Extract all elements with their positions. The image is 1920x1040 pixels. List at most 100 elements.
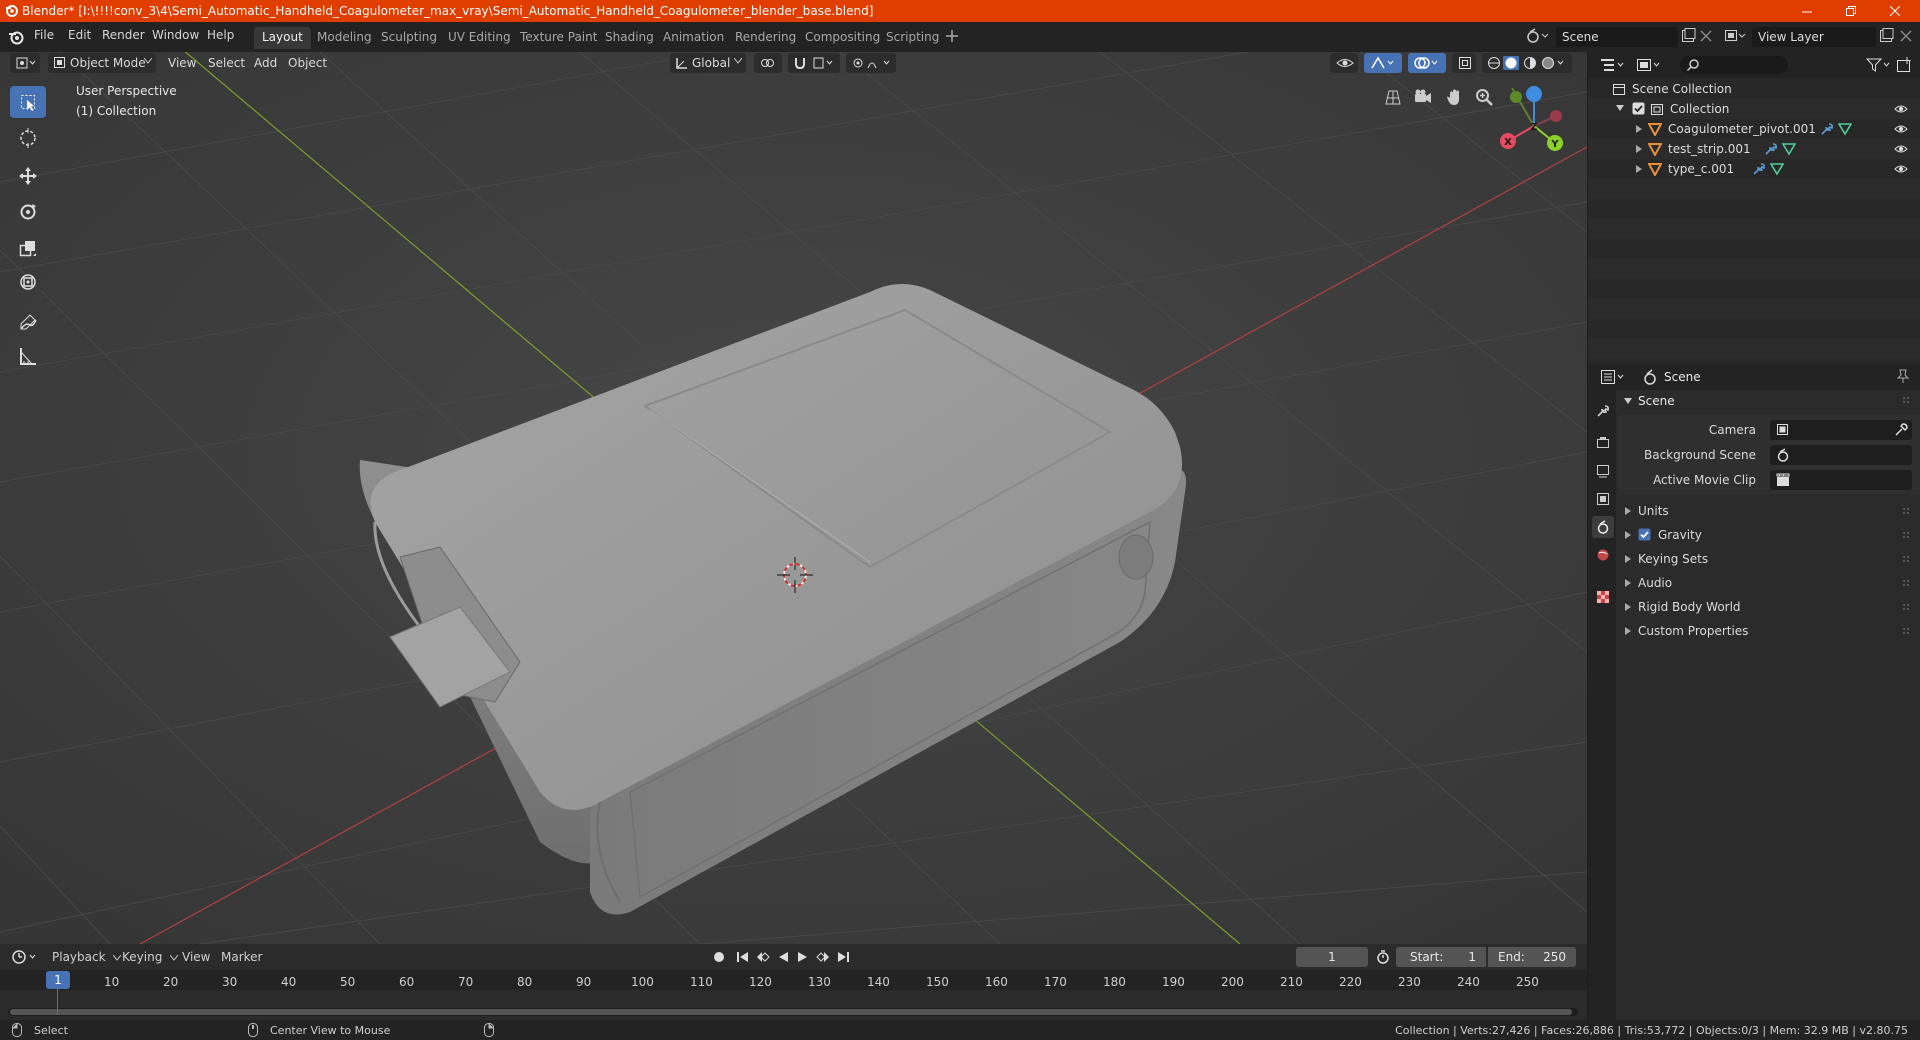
view-layer-field[interactable]: View Layer — [1752, 27, 1876, 47]
tab-view-layer[interactable] — [1592, 488, 1614, 510]
annotate-tool[interactable] — [10, 306, 46, 338]
tab-texture[interactable] — [1592, 586, 1614, 608]
expand-arrow-icon[interactable] — [1636, 145, 1642, 153]
tab-output[interactable] — [1592, 460, 1614, 482]
menu-select[interactable]: Select — [208, 56, 245, 70]
tab-rendering[interactable]: Rendering — [727, 27, 804, 49]
keying-menu[interactable]: Keying — [122, 950, 179, 964]
marker-menu[interactable]: Marker — [221, 950, 262, 964]
drag-handle-icon[interactable] — [1902, 531, 1912, 539]
eyedropper-icon[interactable] — [1894, 423, 1908, 437]
measure-tool[interactable] — [10, 340, 46, 372]
outliner-editor-icon[interactable] — [1600, 57, 1626, 73]
overlay-toggle-icon[interactable] — [1408, 53, 1446, 73]
camera-view-icon[interactable] — [1410, 84, 1436, 110]
restore-button[interactable] — [1828, 0, 1874, 22]
blender-menu-icon[interactable] — [8, 29, 24, 45]
playhead-marker[interactable]: 1 — [46, 971, 70, 989]
properties-editor-icon[interactable] — [1600, 369, 1626, 385]
drag-handle-icon[interactable] — [1902, 627, 1912, 635]
new-view-layer-icon[interactable] — [1878, 28, 1894, 44]
outliner-row-object[interactable]: type_c.001 — [1588, 159, 1920, 179]
menu-object[interactable]: Object — [288, 56, 327, 70]
timeline-view-menu[interactable]: View — [182, 950, 210, 964]
custom-properties-section[interactable]: Custom Properties — [1618, 620, 1918, 642]
scene-type-icon[interactable] — [1526, 28, 1548, 44]
jump-start-icon[interactable] — [736, 950, 750, 964]
playback-menu[interactable]: Playback — [52, 950, 122, 964]
modifier-wrench-icon[interactable] — [1752, 162, 1766, 176]
eye-icon[interactable] — [1894, 123, 1908, 135]
tab-modeling[interactable]: Modeling — [309, 27, 380, 49]
modifier-wrench-icon[interactable] — [1820, 122, 1834, 136]
play-icon[interactable] — [796, 950, 810, 964]
start-frame-field[interactable]: Start: 1 — [1396, 947, 1486, 967]
rotate-tool[interactable] — [10, 196, 46, 228]
gizmo-toggle-icon[interactable] — [1364, 53, 1402, 73]
rigid-body-world-section[interactable]: Rigid Body World — [1618, 596, 1918, 618]
shading-mode-group[interactable] — [1482, 53, 1572, 73]
editor-type-button[interactable] — [10, 53, 40, 73]
scene-field[interactable]: Scene — [1556, 27, 1678, 47]
jump-keyframe-back-icon[interactable] — [756, 950, 770, 964]
outliner-row-scene-collection[interactable]: Scene Collection — [1588, 79, 1920, 99]
pin-icon[interactable] — [1896, 369, 1910, 383]
3d-viewport[interactable]: Z X Y User Perspective (1) Collection — [0, 52, 1587, 944]
collection-checkbox[interactable] — [1632, 102, 1645, 115]
tab-animation[interactable]: Animation — [655, 27, 732, 49]
xray-toggle-icon[interactable] — [1452, 53, 1476, 73]
menu-window[interactable]: Window — [152, 28, 199, 46]
gravity-checkbox[interactable] — [1638, 528, 1651, 541]
tab-uv-editing[interactable]: UV Editing — [440, 27, 519, 49]
camera-field[interactable] — [1770, 420, 1912, 440]
transform-tool[interactable] — [10, 266, 46, 298]
remove-scene-icon[interactable] — [1700, 30, 1712, 42]
snap-button[interactable] — [788, 53, 840, 73]
active-movie-clip-field[interactable] — [1770, 470, 1912, 490]
view-layer-icon[interactable] — [1724, 28, 1746, 44]
filter-icon[interactable] — [1866, 57, 1892, 73]
new-scene-icon[interactable] — [1680, 28, 1696, 44]
outliner-row-object[interactable]: Coagulometer_pivot.001 — [1588, 119, 1920, 139]
timeline-scrollbar-thumb[interactable] — [10, 1009, 1572, 1015]
menu-add[interactable]: Add — [254, 56, 277, 70]
eye-icon[interactable] — [1894, 103, 1908, 115]
scene-panel-header[interactable]: Scene — [1618, 390, 1918, 412]
drag-handle-icon[interactable] — [1902, 603, 1912, 611]
mesh-data-icon[interactable] — [1838, 122, 1852, 136]
record-button-icon[interactable] — [712, 950, 726, 964]
timeline-scrollbar[interactable] — [8, 1008, 1578, 1016]
current-frame-field[interactable]: 1 — [1296, 947, 1368, 967]
tab-world[interactable] — [1592, 544, 1614, 566]
outliner-search-input[interactable] — [1680, 56, 1788, 74]
expand-arrow-icon[interactable] — [1616, 104, 1624, 112]
mesh-data-icon[interactable] — [1770, 162, 1784, 176]
add-workspace-icon[interactable] — [946, 30, 958, 42]
gravity-section[interactable]: Gravity — [1618, 524, 1918, 546]
tab-render[interactable] — [1592, 432, 1614, 454]
display-mode-icon[interactable] — [1636, 57, 1662, 73]
mesh-data-icon[interactable] — [1782, 142, 1796, 156]
expand-arrow-icon[interactable] — [1636, 125, 1642, 133]
transform-orientation-dropdown[interactable]: Global — [670, 53, 746, 73]
remove-view-layer-icon[interactable] — [1900, 30, 1912, 42]
drag-handle-icon[interactable] — [1902, 507, 1912, 515]
audio-section[interactable]: Audio — [1618, 572, 1918, 594]
new-collection-icon[interactable] — [1896, 57, 1912, 73]
zoom-view-icon[interactable] — [1471, 84, 1497, 110]
toggle-perspective-icon[interactable] — [1380, 84, 1406, 110]
modifier-wrench-icon[interactable] — [1764, 142, 1778, 156]
tab-shading[interactable]: Shading — [597, 27, 662, 49]
drag-handle-icon[interactable] — [1902, 555, 1912, 563]
background-scene-field[interactable] — [1770, 445, 1912, 465]
menu-view[interactable]: View — [168, 56, 196, 70]
tab-texture-paint[interactable]: Texture Paint — [512, 27, 605, 49]
keying-sets-section[interactable]: Keying Sets — [1618, 548, 1918, 570]
outliner-row-collection[interactable]: Collection — [1588, 99, 1920, 119]
units-section[interactable]: Units — [1618, 500, 1918, 522]
pivot-point-button[interactable] — [754, 53, 782, 73]
close-button[interactable] — [1872, 0, 1918, 22]
menu-render[interactable]: Render — [102, 28, 145, 46]
expand-arrow-icon[interactable] — [1636, 165, 1642, 173]
mode-dropdown[interactable]: Object Mode — [48, 53, 156, 73]
